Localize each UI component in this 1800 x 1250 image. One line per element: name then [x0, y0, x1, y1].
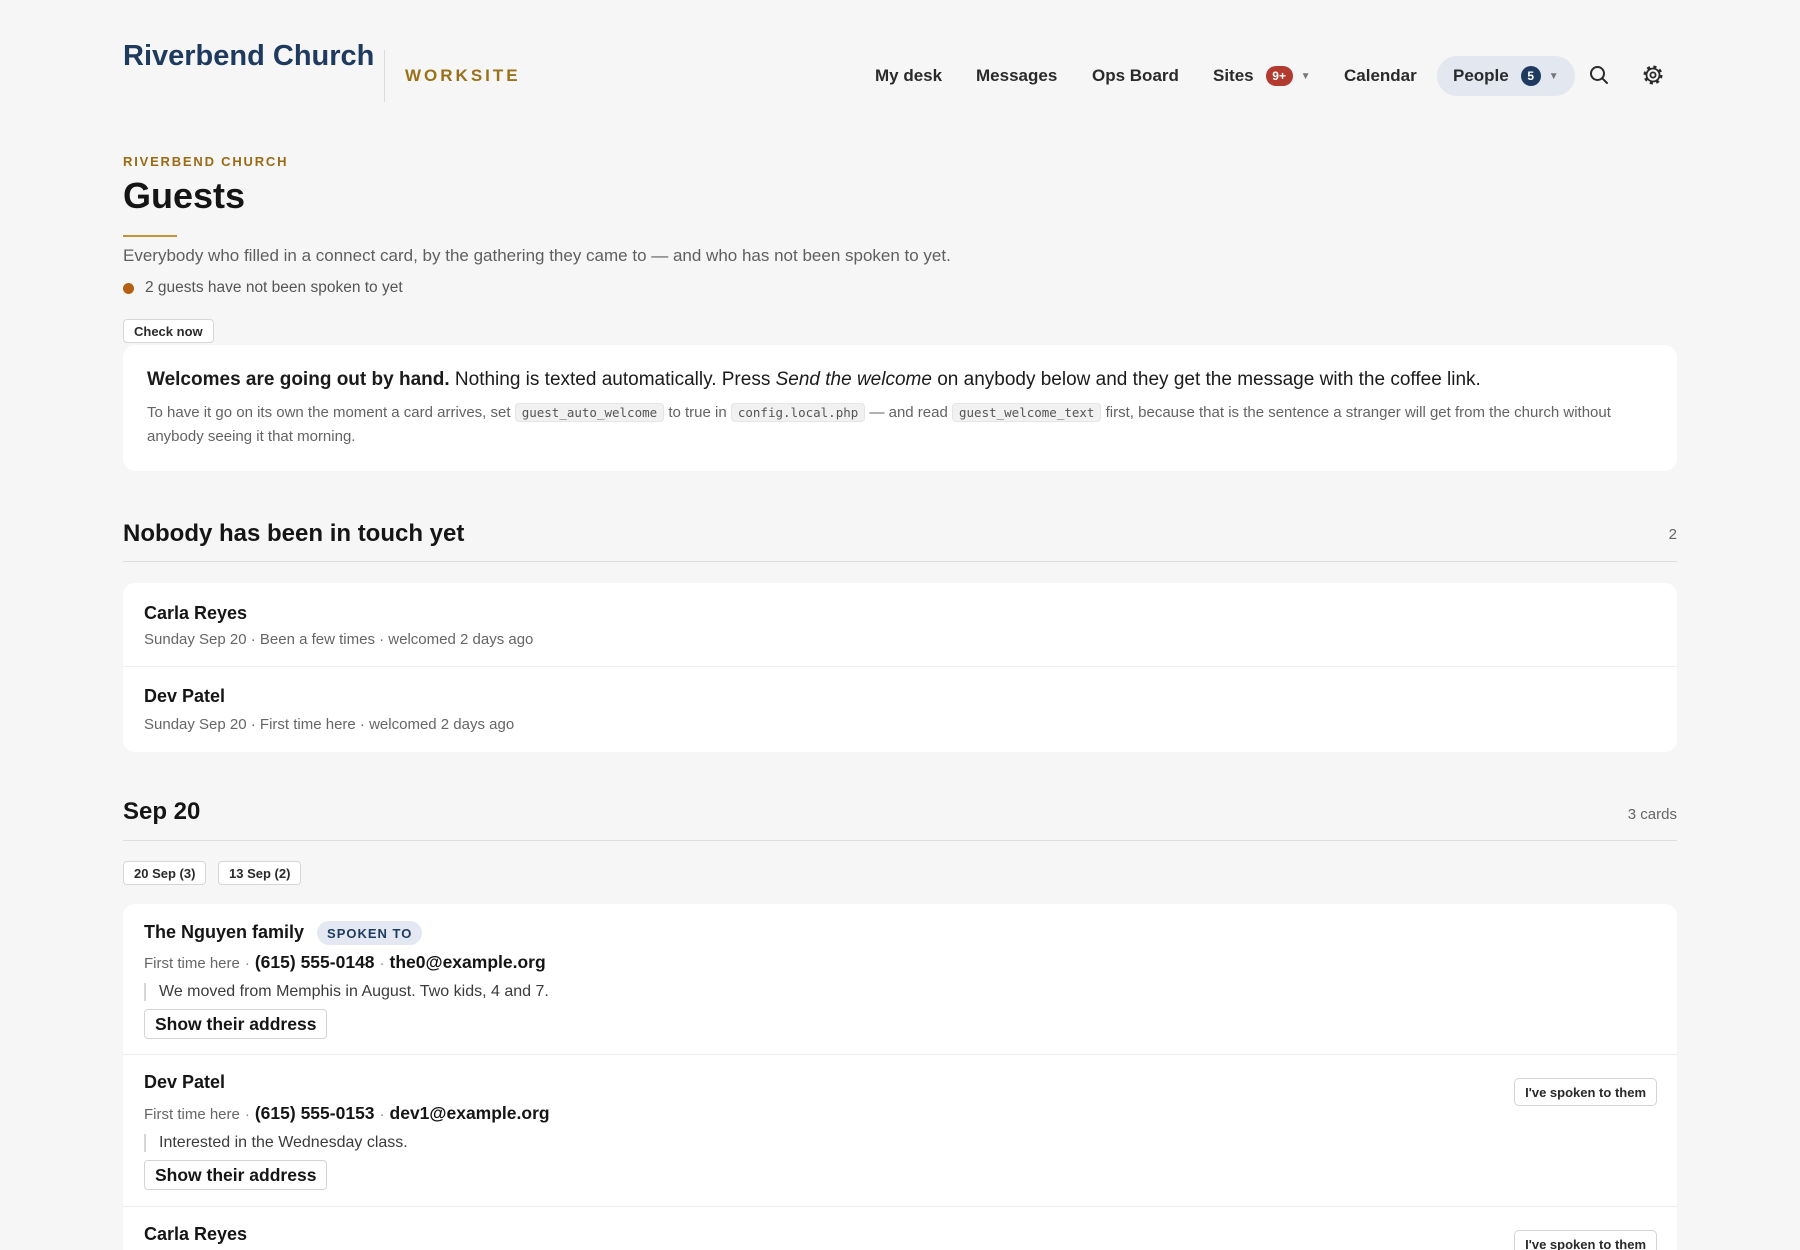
brand-divider	[384, 50, 385, 102]
untouched-list: Carla Reyes Sunday Sep 20 · Been a few t…	[123, 583, 1677, 752]
list-item[interactable]: Dev Patel Sunday Sep 20 · First time her…	[123, 667, 1677, 752]
nav-label: Ops Board	[1092, 66, 1179, 85]
section-count: 2	[1668, 526, 1677, 543]
check-now-button[interactable]: Check now	[123, 319, 214, 343]
guest-meta: Sunday Sep 20 · Been a few times · welco…	[144, 631, 534, 648]
phone-link[interactable]: (615) 555-0153	[255, 1103, 375, 1124]
nav-people[interactable]: People 5 ▼	[1437, 56, 1575, 96]
chevron-down-icon: ▼	[1300, 70, 1311, 82]
chevron-down-icon: ▼	[1548, 70, 1559, 82]
guest-note: We moved from Memphis in August. Two kid…	[144, 983, 549, 1001]
nav-label: My desk	[875, 66, 943, 85]
guest-name: Dev Patel	[144, 686, 226, 706]
nav-messages[interactable]: Messages	[976, 56, 1057, 96]
guest-cards-list: The Nguyen family SPOKEN TO First time he…	[123, 904, 1677, 1250]
guest-card: The Nguyen family SPOKEN TO First time he…	[123, 904, 1677, 1055]
guest-card: Carla Reyes I've spoken to them	[123, 1207, 1677, 1250]
section-header-untouched: Nobody has been in touch yet 2	[123, 513, 1677, 562]
contact-line: First time here · (615) 555-0148 · the0@…	[144, 952, 546, 973]
config-key: guest_welcome_text	[952, 403, 1102, 422]
notice-body-text: To have it go on its own the moment a ca…	[147, 404, 515, 421]
notice-headline-emphasis: Send the welcome	[775, 369, 932, 390]
guest-name: Dev Patel	[144, 1072, 226, 1092]
mark-spoken-button[interactable]: I've spoken to them	[1514, 1078, 1657, 1106]
guest-note: Interested in the Wednesday class.	[144, 1134, 408, 1152]
sites-count-badge: 9+	[1265, 66, 1293, 86]
nav-label: People	[1453, 66, 1509, 85]
nav-my-desk[interactable]: My desk	[875, 56, 942, 96]
brand-logo-text[interactable]: Riverbend Church	[123, 40, 374, 73]
manual-welcome-notice: Welcomes are going out by hand. Nothing …	[123, 345, 1677, 471]
notice-body: To have it go on its own the moment a ca…	[147, 401, 1653, 449]
guest-name-line: The Nguyen family SPOKEN TO	[144, 921, 423, 945]
guest-name: Carla Reyes	[144, 1224, 248, 1244]
nav-label: Messages	[976, 66, 1058, 85]
notice-body-text: — and read	[865, 404, 952, 421]
gear-icon[interactable]	[1640, 62, 1666, 88]
nav-sites[interactable]: Sites 9+ ▼	[1213, 56, 1311, 96]
search-icon[interactable]	[1586, 62, 1612, 88]
guest-name: The Nguyen family	[144, 921, 305, 942]
gathering-filter-13-sep[interactable]: 13 Sep (2)	[218, 861, 302, 885]
page-eyebrow: RIVERBEND CHURCH	[123, 154, 289, 169]
gathering-filter-20-sep[interactable]: 20 Sep (3)	[123, 861, 207, 885]
config-file: config.local.php	[730, 403, 866, 422]
status-line: 2 guests have not been spoken to yet	[123, 279, 403, 297]
visit-status: First time here	[144, 1106, 240, 1123]
email-link[interactable]: the0@example.org	[390, 952, 546, 973]
notice-headline-bold: Welcomes are going out by hand.	[147, 369, 450, 390]
page-title: Guests	[123, 175, 246, 216]
section-header-gathering: Sep 20 3 cards	[123, 793, 1677, 841]
separator: ·	[379, 1106, 385, 1123]
phone-link[interactable]: (615) 555-0148	[255, 952, 375, 973]
people-count-badge: 5	[1520, 66, 1541, 86]
show-address-button[interactable]: Show their address	[144, 1160, 328, 1190]
mark-spoken-button[interactable]: I've spoken to them	[1514, 1230, 1657, 1250]
nav-calendar[interactable]: Calendar	[1344, 56, 1417, 96]
notice-headline-text: Nothing is texted automatically. Press	[449, 369, 776, 390]
notice-headline: Welcomes are going out by hand. Nothing …	[147, 367, 1653, 393]
title-underline	[123, 235, 177, 237]
guest-name: Carla Reyes	[144, 603, 248, 623]
nav-label: Sites	[1213, 66, 1254, 85]
visit-status: First time here	[144, 955, 240, 972]
config-key: guest_auto_welcome	[514, 403, 665, 422]
section-title: Nobody has been in touch yet	[123, 520, 465, 547]
guest-card: Dev Patel I've spoken to them First time…	[123, 1055, 1677, 1207]
separator: ·	[379, 955, 385, 972]
nav-label: Calendar	[1344, 66, 1417, 85]
area-label: WORKSITE	[405, 66, 521, 85]
nav-ops-board[interactable]: Ops Board	[1092, 56, 1179, 96]
top-navigation-bar: Riverbend Church WORKSITE My desk Messag…	[0, 0, 1800, 120]
section-count: 3 cards	[1627, 806, 1677, 823]
section-title: Sep 20	[123, 798, 201, 825]
status-badge: SPOKEN TO	[317, 921, 423, 945]
page-subtitle: Everybody who filled in a connect card, …	[123, 246, 951, 265]
separator: ·	[244, 1106, 250, 1123]
status-dot	[123, 282, 134, 294]
notice-headline-text: on anybody below and they get the messag…	[931, 369, 1481, 390]
notice-body-text: to true in	[664, 404, 731, 421]
guest-meta: Sunday Sep 20 · First time here · welcom…	[144, 716, 515, 733]
show-address-button[interactable]: Show their address	[144, 1009, 328, 1039]
status-text: 2 guests have not been spoken to yet	[145, 279, 403, 296]
separator: ·	[244, 955, 250, 972]
contact-line: First time here · (615) 555-0153 · dev1@…	[144, 1103, 550, 1124]
list-item[interactable]: Carla Reyes Sunday Sep 20 · Been a few t…	[123, 583, 1677, 667]
email-link[interactable]: dev1@example.org	[390, 1103, 550, 1124]
